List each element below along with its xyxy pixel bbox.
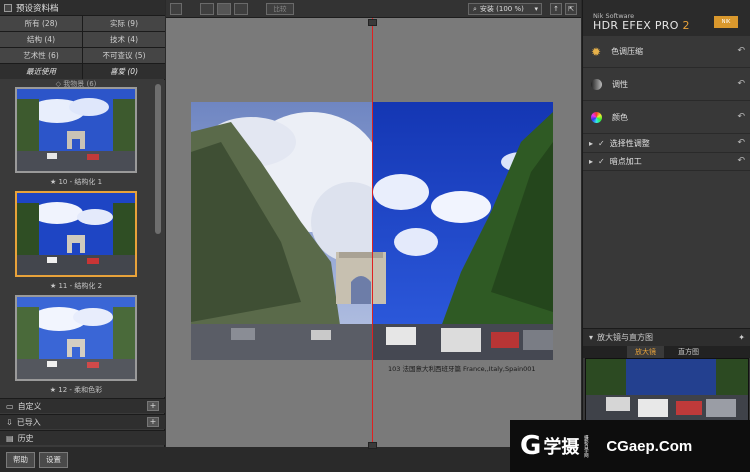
effect-label: 色调压缩 — [611, 47, 644, 56]
preset-preview-image[interactable] — [15, 191, 137, 277]
category-structure[interactable]: 结构 (4) — [0, 32, 82, 47]
chevron-down-icon: ▾ — [589, 333, 594, 342]
section-history[interactable]: ▤ 历史 — [0, 430, 165, 445]
side-by-side-view-icon[interactable] — [234, 3, 248, 15]
category-realistic[interactable]: 实际 (9) — [83, 16, 165, 31]
adjustments-panel: Nik Software HDR EFEX PRO 2 NIK ✹ 色调压缩 ↶… — [582, 0, 750, 472]
tab-histogram[interactable]: 直方图 — [670, 346, 707, 358]
chevron-right-icon: ▸ — [589, 139, 594, 148]
category-grid: 所有 (28) 实际 (9) 结构 (4) 技术 (4) 艺术性 (6) 不可查… — [0, 16, 165, 79]
collapse-icon[interactable] — [4, 3, 12, 12]
reset-icon[interactable]: ↶ — [737, 138, 745, 148]
reset-icon[interactable]: ↶ — [737, 156, 745, 166]
scrollbar-thumb[interactable] — [155, 84, 161, 234]
effect-tonality[interactable]: 调性 ↶ — [583, 69, 750, 101]
split-handle-bottom[interactable] — [368, 442, 377, 449]
category-unusual[interactable]: 不可查议 (5) — [83, 48, 165, 63]
help-button[interactable]: 帮助 — [6, 451, 35, 468]
effect-label: 调性 — [612, 80, 628, 89]
chevron-down-icon: ▾ — [534, 5, 538, 13]
zoom-value: 安装 (100 %) — [479, 5, 524, 13]
reset-icon[interactable]: ↶ — [737, 112, 745, 122]
presets-title: 预设资料档 — [16, 3, 59, 14]
preview-canvas[interactable]: 103 法国意大利西班牙篇 France,,Italy,Spain001 — [166, 18, 581, 449]
color-wheel-icon — [591, 112, 602, 123]
checkbox-icon[interactable]: ✓ — [598, 139, 605, 148]
section-label: 已导入 — [16, 417, 41, 427]
loupe-tabs: 放大镜 直方图 — [583, 346, 750, 358]
preset-thumbnail-selected[interactable]: ★ 11 - 结构化 2 — [15, 191, 137, 291]
magnifier-icon: ⌕ — [473, 4, 477, 13]
category-technical[interactable]: 技术 (4) — [83, 32, 165, 47]
folder-icon: ▭ — [6, 401, 14, 411]
history-icon: ▤ — [6, 433, 14, 443]
zoom-select[interactable]: ⌕ 安装 (100 %) ▾ — [468, 3, 542, 15]
preset-preview-image[interactable] — [15, 295, 137, 381]
preset-thumbnail[interactable]: ★ 10 - 结构化 1 — [15, 87, 137, 187]
sun-icon: ✹ — [591, 44, 602, 59]
watermark-vertical-text: 摄影自学网 — [583, 434, 589, 458]
reset-icon[interactable]: ↶ — [737, 79, 745, 89]
accordion-finishing[interactable]: ▸ ✓ 暗点加工 ↶ — [583, 153, 750, 171]
tonality-icon — [591, 79, 602, 90]
presets-header[interactable]: 预设资料档 — [0, 0, 165, 16]
add-custom-button[interactable]: + — [147, 401, 159, 411]
split-view-icon[interactable] — [217, 3, 231, 15]
effect-tone-compression[interactable]: ✹ 色调压缩 ↶ — [583, 36, 750, 68]
left-footer: 帮助 设置 — [0, 447, 165, 472]
watermark-text: 学摄 — [543, 437, 580, 458]
watermark-logo: G — [520, 431, 542, 461]
preset-preview-image[interactable] — [15, 87, 137, 173]
brand-header: Nik Software HDR EFEX PRO 2 NIK — [583, 0, 750, 36]
nik-logo: NIK — [714, 16, 738, 28]
tab-loupe[interactable]: 放大镜 — [627, 346, 664, 358]
preset-thumbnail-list: ◇ 我物景 (6) ★ 10 - 结构化 1 ★ 11 - 结构化 2 ★ 12… — [0, 80, 165, 397]
loupe-title: 放大镜与直方图 — [597, 333, 654, 342]
section-label: 自定义 — [17, 401, 42, 411]
add-imported-button[interactable]: + — [147, 417, 159, 427]
maximize-icon[interactable]: ⇱ — [565, 3, 577, 15]
preset-thumbnail[interactable]: ★ 12 - 柔和色彩 — [15, 295, 137, 395]
preset-caption: ★ 12 - 柔和色彩 — [49, 386, 103, 394]
loupe-preview[interactable] — [585, 358, 749, 422]
view-toolbar: 比较 ⌕ 安装 (100 %) ▾ ↑ ⇱ — [166, 0, 581, 18]
brand-title: HDR EFEX PRO 2 — [593, 19, 690, 32]
image-caption: 103 法国意大利西班牙篇 France,,Italy,Spain001 — [388, 365, 536, 373]
section-label: 历史 — [17, 433, 34, 443]
single-view-icon[interactable] — [200, 3, 214, 15]
upload-icon[interactable]: ↑ — [550, 3, 562, 15]
chevron-right-icon: ▸ — [589, 157, 594, 166]
watermark-domain: CGaep.Com — [606, 437, 693, 455]
reset-icon[interactable]: ↶ — [737, 46, 745, 56]
category-artistic[interactable]: 艺术性 (6) — [0, 48, 82, 63]
settings-button[interactable]: 设置 — [39, 451, 68, 468]
thumbnail-scrollbar[interactable] — [154, 80, 162, 397]
pin-icon[interactable]: ✦ — [738, 333, 745, 342]
loupe-header[interactable]: ▾ 放大镜与直方图 ✦ — [583, 328, 750, 346]
split-divider[interactable] — [372, 18, 373, 447]
accordion-label: 暗点加工 — [609, 157, 642, 166]
category-all[interactable]: 所有 (28) — [0, 16, 82, 31]
checkbox-icon[interactable]: ✓ — [598, 157, 605, 166]
toggle-panel-icon[interactable] — [170, 3, 182, 15]
import-icon: ⇩ — [6, 417, 13, 427]
compare-button[interactable]: 比较 — [266, 3, 294, 15]
section-imported[interactable]: ⇩ 已导入 + — [0, 414, 165, 429]
preset-caption: ★ 10 - 结构化 1 — [49, 178, 103, 186]
effect-color[interactable]: 颜色 ↶ — [583, 102, 750, 134]
watermark: G 学摄 摄影自学网 CGaep.Com — [510, 420, 750, 472]
accordion-label: 选择性调整 — [609, 139, 650, 148]
split-handle-top[interactable] — [368, 19, 377, 26]
effect-label: 颜色 — [612, 113, 628, 122]
category-recent[interactable]: 最近使用 — [0, 64, 82, 79]
section-custom[interactable]: ▭ 自定义 + — [0, 398, 165, 413]
accordion-selective-adjust[interactable]: ▸ ✓ 选择性调整 ↶ — [583, 135, 750, 153]
presets-panel: 预设资料档 所有 (28) 实际 (9) 结构 (4) 技术 (4) 艺术性 (… — [0, 0, 165, 472]
category-favorites[interactable]: 喜爱 (0) — [83, 64, 165, 79]
preset-caption: ★ 11 - 结构化 2 — [49, 282, 103, 290]
